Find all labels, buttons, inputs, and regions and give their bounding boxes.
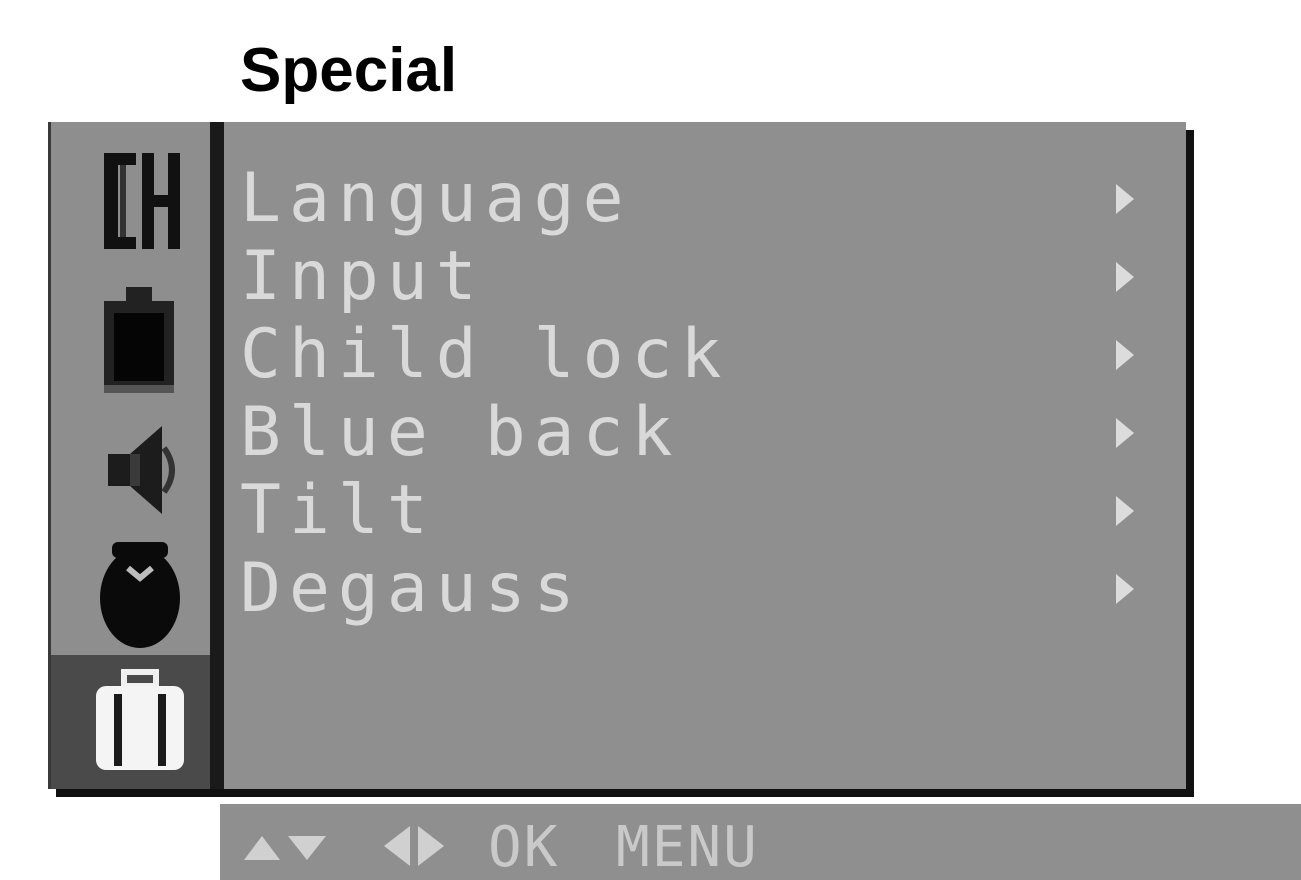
- menu-item-label: Language: [240, 159, 632, 238]
- picture-icon[interactable]: [96, 285, 182, 397]
- submenu-arrow-icon: [1114, 260, 1136, 294]
- menu-item-tilt[interactable]: Tilt: [240, 472, 1160, 550]
- time-icon[interactable]: [94, 538, 186, 650]
- menu-item-label: Degauss: [240, 549, 583, 628]
- ok-key-hint: OK: [488, 815, 560, 880]
- up-down-arrows-icon: [240, 826, 330, 866]
- menu-key-hint: MENU: [616, 815, 759, 880]
- panel-shadow: [1186, 130, 1194, 797]
- menu-item-blue-back[interactable]: Blue back: [240, 394, 1160, 472]
- menu-item-child-lock[interactable]: Child lock: [240, 316, 1160, 394]
- submenu-arrow-icon: [1114, 572, 1136, 606]
- menu-item-label: Blue back: [240, 393, 681, 472]
- special-icon[interactable]: [90, 668, 190, 774]
- submenu-arrow-icon: [1114, 494, 1136, 528]
- panel-shadow: [56, 789, 1194, 797]
- tv-osd-screen: Special Language Input Child lock Blue b…: [0, 0, 1301, 880]
- menu-title: Special: [240, 36, 458, 105]
- submenu-arrow-icon: [1114, 416, 1136, 450]
- rail-divider: [210, 122, 224, 789]
- menu-item-degauss[interactable]: Degauss: [240, 550, 1160, 628]
- sound-icon[interactable]: [102, 418, 182, 522]
- left-right-arrows-icon: [374, 822, 454, 870]
- menu-item-label: Child lock: [240, 315, 730, 394]
- menu-item-label: Input: [240, 237, 485, 316]
- menu-item-label: Tilt: [240, 471, 436, 550]
- submenu-arrow-icon: [1114, 338, 1136, 372]
- menu-item-input[interactable]: Input: [240, 238, 1160, 316]
- submenu-arrow-icon: [1114, 182, 1136, 216]
- channel-icon[interactable]: [98, 145, 184, 257]
- menu-item-language[interactable]: Language: [240, 160, 1160, 238]
